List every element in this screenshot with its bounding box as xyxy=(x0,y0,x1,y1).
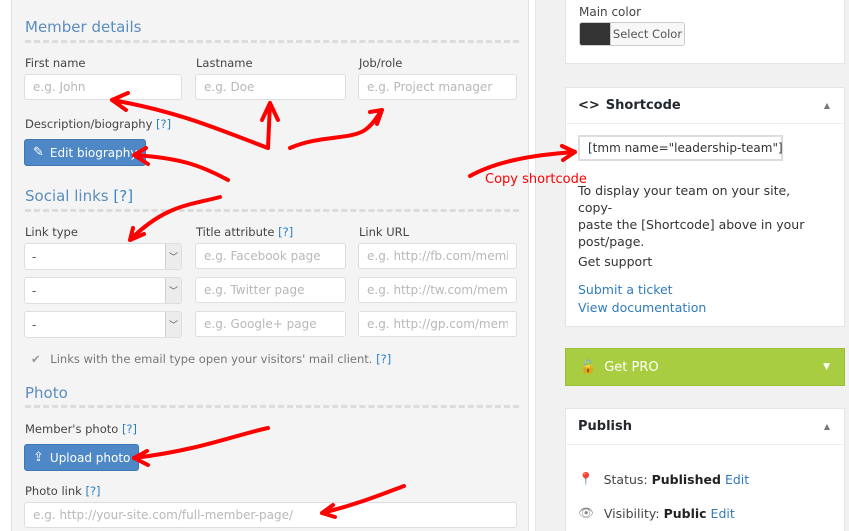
first-name-input[interactable] xyxy=(24,74,182,100)
pencil-icon: ✎ xyxy=(33,145,44,160)
link-type-header: Link type xyxy=(25,225,78,239)
title-attribute-header: Title attribute [?] xyxy=(196,225,293,239)
code-icon: <> xyxy=(578,98,600,113)
chevron-down-icon: ﹀ xyxy=(165,312,181,337)
shortcode-description-line: paste the [Shortcode] above in your xyxy=(578,217,805,232)
shortcode-box: <> Shortcode ▲ [tmm name="leadership-tea… xyxy=(565,87,845,327)
color-swatch xyxy=(580,23,610,45)
member-panel: Member details First name Lastname Job/r… xyxy=(11,0,529,531)
photo-link-input[interactable] xyxy=(24,502,517,528)
link-type-select[interactable]: - ﹀ xyxy=(24,311,182,338)
title-attribute-input[interactable] xyxy=(195,311,346,337)
select-color-button[interactable]: Select Color xyxy=(579,22,685,46)
get-support-heading: Get support xyxy=(578,254,653,269)
select-color-label: Select Color xyxy=(610,23,684,45)
collapse-arrow-icon[interactable]: ▲ xyxy=(824,101,830,110)
main-color-label: Main color xyxy=(579,5,642,19)
link-type-select[interactable]: - ﹀ xyxy=(24,277,182,304)
expand-arrow-icon[interactable]: ▼ xyxy=(823,362,830,372)
visibility-label: Visibility: xyxy=(603,505,660,521)
job-role-input[interactable] xyxy=(358,74,517,100)
publish-box: Publish ▲ 📍 Status: Published Edit 👁 Vis… xyxy=(565,408,845,531)
get-pro-label: Get PRO xyxy=(604,359,659,375)
members-photo-help-link[interactable]: [?] xyxy=(122,422,137,436)
upload-photo-button[interactable]: ⇪ Upload photo xyxy=(24,444,140,471)
title-attribute-header-text: Title attribute xyxy=(196,225,275,239)
link-type-select[interactable]: - ﹀ xyxy=(24,243,182,270)
edit-visibility-link[interactable]: Edit xyxy=(711,506,735,521)
visibility-row: 👁 Visibility: Public Edit xyxy=(578,505,735,521)
status-value: Published xyxy=(651,471,721,487)
social-links-heading: Social links [?] xyxy=(25,187,133,205)
status-label: Status: xyxy=(603,471,648,487)
upload-icon: ⇪ xyxy=(33,450,44,465)
eye-icon: 👁 xyxy=(578,505,594,520)
unlock-icon: 🔓 xyxy=(580,359,597,375)
link-type-value: - xyxy=(32,284,37,298)
checkmark-icon: ✔ xyxy=(31,352,41,366)
edit-biography-button[interactable]: ✎ Edit biography xyxy=(24,139,147,166)
pin-icon: 📍 xyxy=(578,471,594,486)
section-divider xyxy=(25,40,519,43)
shortcode-title: Shortcode xyxy=(605,98,681,113)
title-attribute-help-link[interactable]: [?] xyxy=(278,225,293,239)
title-attribute-input[interactable] xyxy=(195,243,346,269)
page: Member details First name Lastname Job/r… xyxy=(0,0,849,531)
shortcode-description-line: post/page. xyxy=(578,234,645,249)
job-role-label: Job/role xyxy=(359,56,403,70)
first-name-label: First name xyxy=(25,56,86,70)
view-documentation-link[interactable]: View documentation xyxy=(578,300,706,315)
lastname-input[interactable] xyxy=(195,74,346,100)
email-links-help-link[interactable]: [?] xyxy=(376,352,391,366)
members-photo-label: Member's photo [?] xyxy=(25,422,137,436)
upload-photo-label: Upload photo xyxy=(49,450,131,465)
shortcode-description: To display your team on your site, copy-… xyxy=(578,182,828,250)
publish-header[interactable]: Publish ▲ xyxy=(566,409,844,445)
edit-biography-label: Edit biography xyxy=(49,145,138,160)
photo-heading: Photo xyxy=(25,384,68,402)
status-row: 📍 Status: Published Edit xyxy=(578,471,749,487)
photo-link-label-text: Photo link xyxy=(25,484,82,498)
lastname-label: Lastname xyxy=(196,56,253,70)
link-url-input[interactable] xyxy=(358,243,517,269)
member-metabox: Member details First name Lastname Job/r… xyxy=(0,0,536,531)
section-divider xyxy=(25,405,519,408)
chevron-down-icon: ﹀ xyxy=(165,244,181,269)
link-url-header: Link URL xyxy=(359,225,410,239)
collapse-arrow-icon[interactable]: ▲ xyxy=(824,422,830,431)
visibility-value: Public xyxy=(663,505,707,521)
link-type-value: - xyxy=(32,250,37,264)
link-type-value: - xyxy=(32,318,37,332)
shortcode-field[interactable]: [tmm name="leadership-team"] xyxy=(578,135,783,161)
social-links-title: Social links xyxy=(25,187,109,205)
shortcode-description-line: To display your team on your site, copy- xyxy=(578,183,791,215)
submit-ticket-link[interactable]: Submit a ticket xyxy=(578,282,673,297)
chevron-down-icon: ﹀ xyxy=(165,278,181,303)
description-label-text: Description/biography xyxy=(25,117,153,131)
social-links-help-link[interactable]: [?] xyxy=(113,187,133,205)
photo-link-label: Photo link [?] xyxy=(25,484,101,498)
link-url-input[interactable] xyxy=(358,277,517,303)
section-divider xyxy=(25,209,519,212)
photo-link-help-link[interactable]: [?] xyxy=(85,484,100,498)
member-details-heading: Member details xyxy=(25,18,142,36)
shortcode-header[interactable]: <> Shortcode ▲ xyxy=(566,88,844,124)
email-links-note-text: Links with the email type open your visi… xyxy=(50,352,373,366)
edit-status-link[interactable]: Edit xyxy=(725,472,749,487)
copy-shortcode-annotation: Copy shortcode xyxy=(485,172,587,187)
main-color-box: Main color Select Color xyxy=(565,0,845,64)
publish-title: Publish xyxy=(578,419,632,434)
email-links-note: ✔ Links with the email type open your vi… xyxy=(31,352,391,366)
description-label: Description/biography [?] xyxy=(25,117,171,131)
get-pro-box[interactable]: 🔓 Get PRO ▼ xyxy=(565,348,845,386)
members-photo-label-text: Member's photo xyxy=(25,422,119,436)
description-help-link[interactable]: [?] xyxy=(156,117,171,131)
title-attribute-input[interactable] xyxy=(195,277,346,303)
link-url-input[interactable] xyxy=(358,311,517,337)
